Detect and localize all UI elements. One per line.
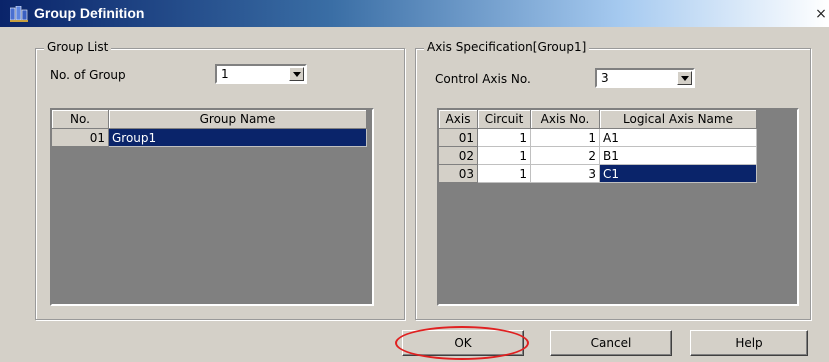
cell-group-no[interactable]: 01 (52, 128, 109, 147)
cell-axis[interactable]: 03 (439, 164, 478, 183)
num-groups-dropdown-button[interactable] (289, 67, 304, 81)
cell-axis[interactable]: 02 (439, 146, 478, 165)
group-definition-dialog: Group Definition × Group List No. of Gro… (0, 0, 829, 362)
axis-spec-grid[interactable]: Axis Circuit Axis No. Logical Axis Name … (437, 108, 799, 306)
title-bar[interactable]: Group Definition × (0, 0, 829, 27)
cell-axis[interactable]: 01 (439, 128, 478, 147)
column-header-logical-axis-name[interactable]: Logical Axis Name (599, 110, 757, 129)
control-axis-select[interactable]: 3 (595, 68, 695, 88)
group-list-grid[interactable]: No. Group Name 01 Group1 (50, 108, 374, 306)
column-header-axis[interactable]: Axis (439, 110, 478, 129)
column-header-no[interactable]: No. (52, 110, 109, 129)
control-axis-value: 3 (601, 71, 609, 85)
control-axis-dropdown-button[interactable] (677, 71, 692, 85)
help-button[interactable]: Help (690, 330, 808, 356)
chevron-down-icon (681, 76, 689, 81)
column-header-circuit[interactable]: Circuit (477, 110, 531, 129)
cancel-button[interactable]: Cancel (550, 330, 672, 356)
close-button[interactable]: × (813, 6, 829, 22)
table-row[interactable]: 03 1 3 C1 (439, 164, 757, 183)
column-header-group-name[interactable]: Group Name (108, 110, 367, 129)
table-row[interactable]: 01 1 1 A1 (439, 128, 757, 147)
cell-logical-axis-name[interactable]: A1 (599, 128, 757, 147)
num-groups-label: No. of Group (50, 68, 126, 82)
num-groups-select[interactable]: 1 (215, 64, 307, 84)
cell-circuit[interactable]: 1 (477, 128, 531, 147)
table-row[interactable]: 01 Group1 (52, 128, 367, 147)
cell-circuit[interactable]: 1 (477, 146, 531, 165)
cell-logical-axis-name[interactable]: C1 (599, 164, 757, 183)
num-groups-value: 1 (221, 67, 229, 81)
table-row[interactable]: 02 1 2 B1 (439, 146, 757, 165)
column-header-axis-no[interactable]: Axis No. (530, 110, 600, 129)
cell-group-name[interactable]: Group1 (108, 128, 367, 147)
cell-circuit[interactable]: 1 (477, 164, 531, 183)
chevron-down-icon (293, 72, 301, 77)
cell-logical-axis-name[interactable]: B1 (599, 146, 757, 165)
app-icon (9, 5, 28, 22)
axis-spec-title: Axis Specification[Group1] (424, 40, 590, 54)
cell-axis-no[interactable]: 3 (530, 164, 600, 183)
close-icon: × (815, 6, 827, 22)
group-list-title: Group List (44, 40, 112, 54)
ok-button[interactable]: OK (402, 330, 524, 356)
cell-axis-no[interactable]: 1 (530, 128, 600, 147)
window-title: Group Definition (34, 5, 145, 21)
cell-axis-no[interactable]: 2 (530, 146, 600, 165)
control-axis-label: Control Axis No. (435, 72, 531, 86)
